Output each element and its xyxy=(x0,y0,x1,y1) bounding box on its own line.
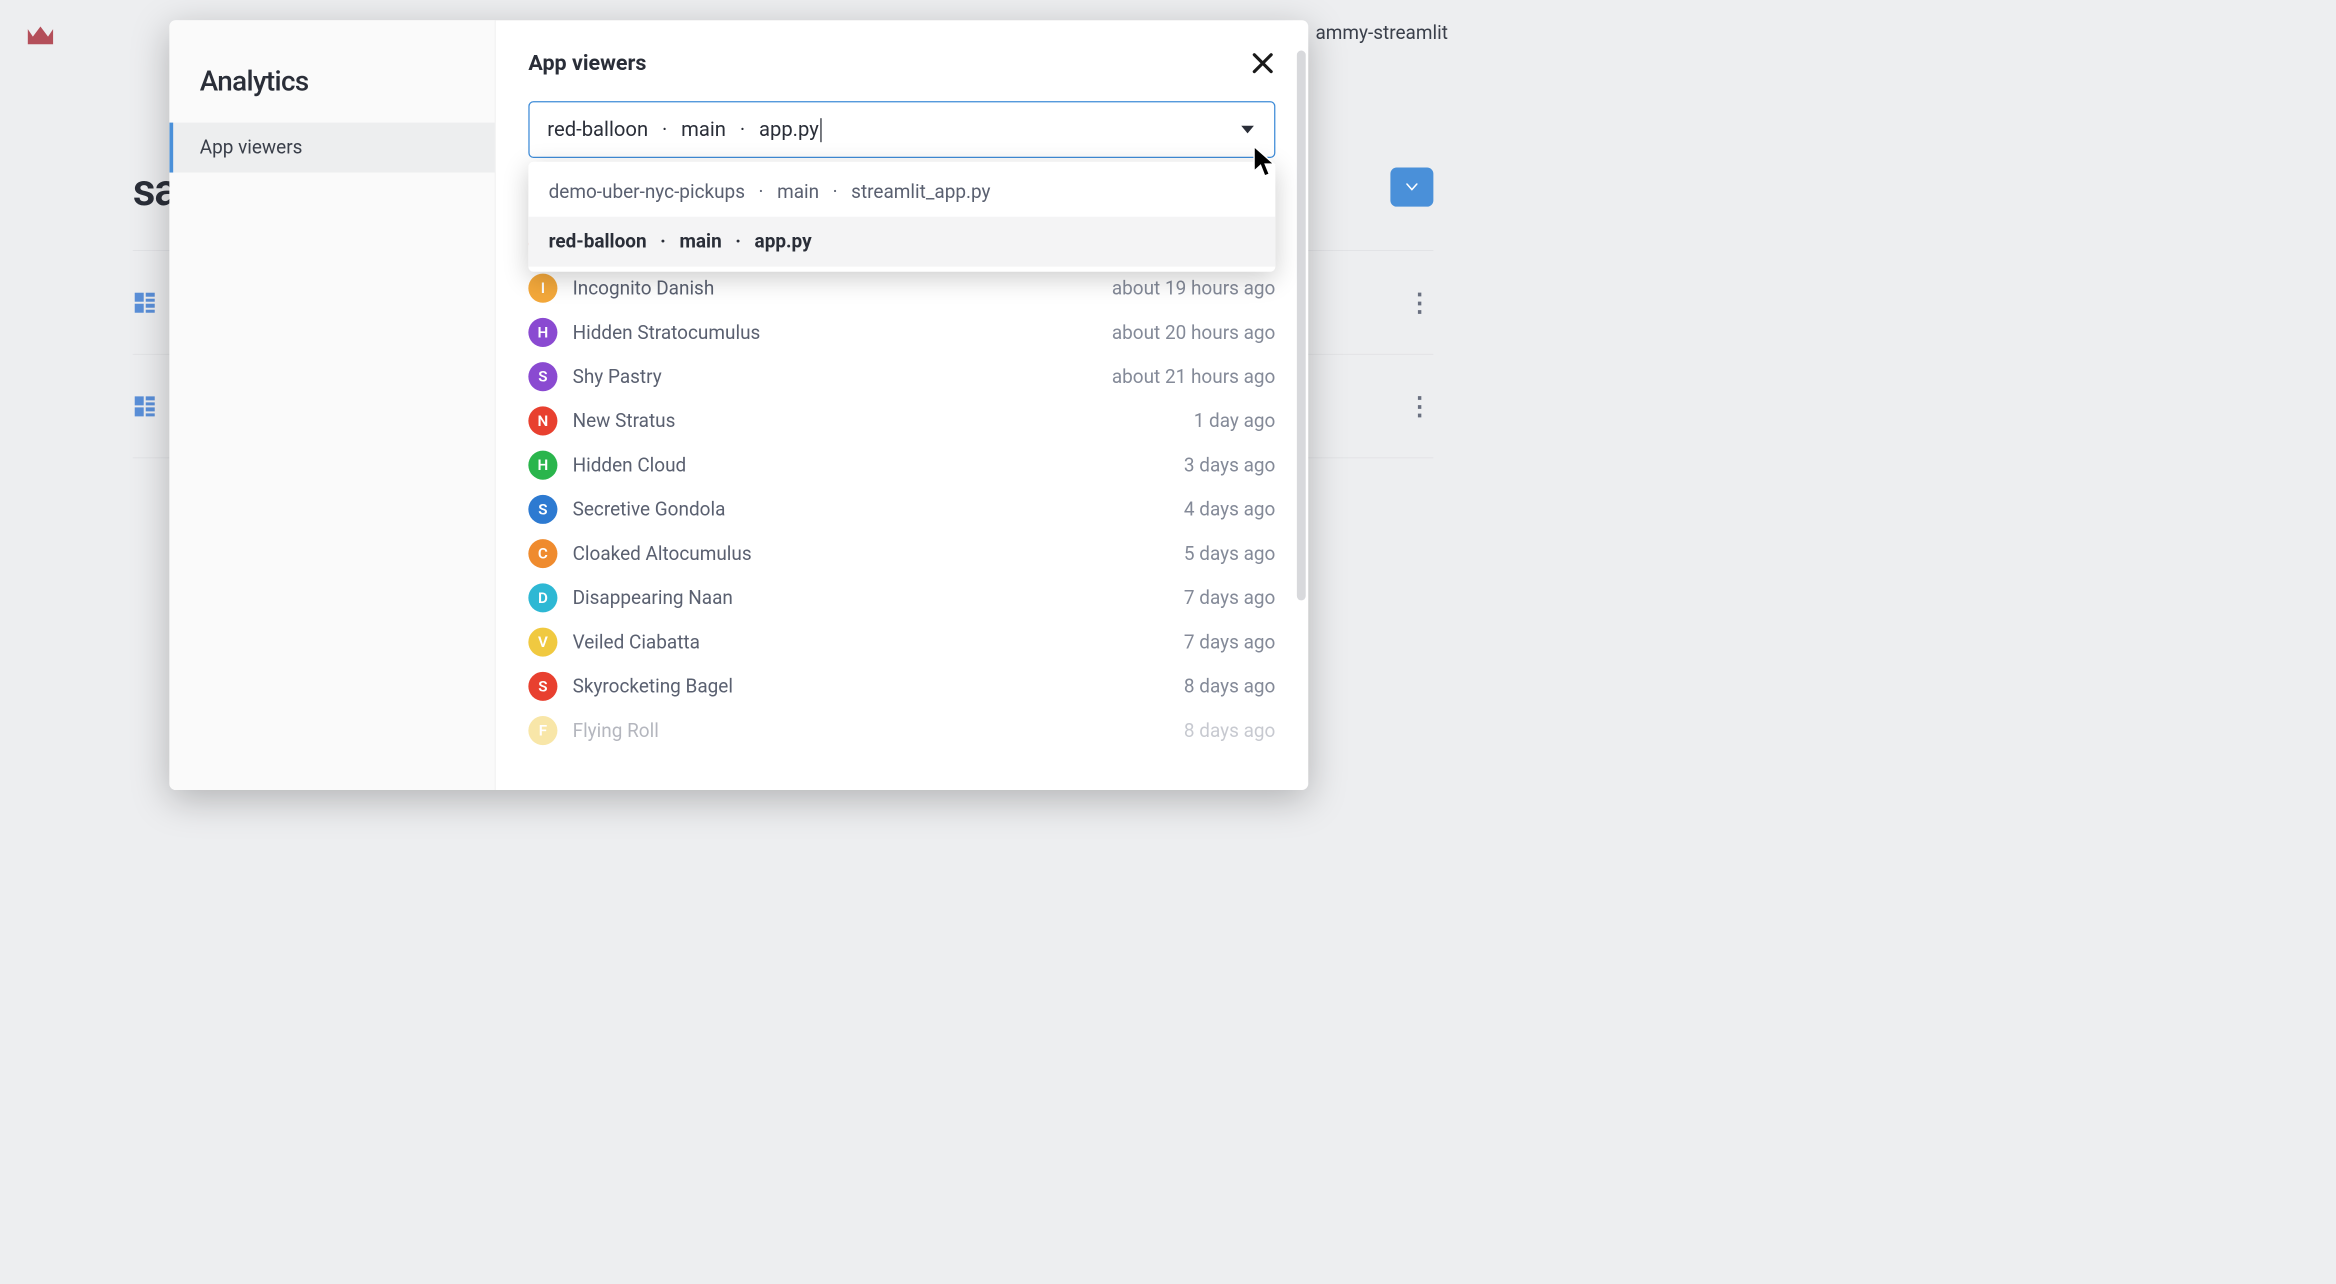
viewer-row: S Secretive Gondola4 days ago xyxy=(528,487,1275,531)
text-cursor-icon xyxy=(820,118,821,142)
option-branch: main xyxy=(679,231,721,253)
avatar: H xyxy=(528,318,557,347)
main-title: App viewers xyxy=(528,51,646,76)
viewer-time: 3 days ago xyxy=(1184,454,1275,476)
app-selector-dropdown[interactable]: red-balloon · main · app.py demo-uber-ny… xyxy=(528,101,1275,158)
dropdown-selected[interactable]: red-balloon · main · app.py xyxy=(528,101,1275,158)
viewer-time: about 21 hours ago xyxy=(1112,366,1276,388)
viewer-time: 4 days ago xyxy=(1184,498,1275,520)
viewer-name: Secretive Gondola xyxy=(573,498,1184,520)
viewer-name: Shy Pastry xyxy=(573,366,1112,388)
separator-dot-icon: · xyxy=(660,231,666,253)
avatar: N xyxy=(528,406,557,435)
viewer-row: H Hidden Cloud3 days ago xyxy=(528,443,1275,487)
kebab-menu-icon[interactable]: ⋮ xyxy=(1407,392,1434,422)
viewer-time: about 20 hours ago xyxy=(1112,321,1276,343)
avatar: S xyxy=(528,672,557,701)
viewer-row: I Incognito Danishabout 19 hours ago xyxy=(528,266,1275,310)
close-button[interactable] xyxy=(1250,51,1275,76)
viewer-list: NNew Pretzelabout 16 hours agoIIncognito… xyxy=(528,222,1275,753)
app-grid-icon xyxy=(133,291,157,315)
viewer-name: Cloaked Altocumulus xyxy=(573,543,1184,565)
crown-logo-icon xyxy=(25,24,55,47)
sidebar-item-app-viewers[interactable]: App viewers xyxy=(169,123,494,173)
avatar: F xyxy=(528,716,557,745)
viewer-name: Hidden Stratocumulus xyxy=(573,321,1112,343)
separator-dot-icon: · xyxy=(735,231,741,253)
viewer-name: Disappearing Naan xyxy=(573,587,1184,609)
separator-dot-icon: · xyxy=(833,181,838,203)
viewer-row: V Veiled Ciabatta7 days ago xyxy=(528,620,1275,664)
analytics-modal: Analytics App viewers App viewers red-ba… xyxy=(169,20,1308,790)
separator-dot-icon: · xyxy=(662,117,667,141)
sidebar-title: Analytics xyxy=(169,52,494,123)
avatar: H xyxy=(528,451,557,480)
viewer-name: Flying Roll xyxy=(573,720,1184,742)
modal-main: App viewers red-balloon · main · app.py xyxy=(495,20,1308,790)
viewer-name: New Stratus xyxy=(573,410,1194,432)
selected-repo: red-balloon xyxy=(547,117,648,141)
dropdown-option-selected[interactable]: red-balloon · main · app.py xyxy=(528,217,1275,267)
dropdown-button[interactable] xyxy=(1390,167,1433,206)
sidebar-item-label: App viewers xyxy=(200,137,303,159)
viewer-time: 8 days ago xyxy=(1184,675,1275,697)
modal-sidebar: Analytics App viewers xyxy=(169,20,495,790)
option-file: app.py xyxy=(755,231,812,253)
viewer-time: 1 day ago xyxy=(1194,410,1276,432)
viewer-row: F Flying Roll8 days ago xyxy=(528,708,1275,752)
viewer-time: 7 days ago xyxy=(1184,631,1275,653)
viewer-time: 5 days ago xyxy=(1184,543,1275,565)
avatar: S xyxy=(528,362,557,391)
username-label: ammy-streamlit xyxy=(1315,22,1447,44)
selected-file: app.py xyxy=(759,117,819,141)
app-grid-icon xyxy=(133,394,157,418)
viewer-time: 7 days ago xyxy=(1184,587,1275,609)
viewer-name: Skyrocketing Bagel xyxy=(573,675,1184,697)
avatar: D xyxy=(528,583,557,612)
avatar: V xyxy=(528,628,557,657)
viewer-row: C Cloaked Altocumulus5 days ago xyxy=(528,532,1275,576)
viewer-name: Hidden Cloud xyxy=(573,454,1184,476)
option-branch: main xyxy=(777,181,819,203)
separator-dot-icon: · xyxy=(740,117,745,141)
option-repo: demo-uber-nyc-pickups xyxy=(549,181,745,203)
viewer-row: N New Stratus1 day ago xyxy=(528,399,1275,443)
separator-dot-icon: · xyxy=(759,181,764,203)
viewer-row: H Hidden Stratocumulusabout 20 hours ago xyxy=(528,310,1275,354)
caret-down-icon xyxy=(1241,126,1254,134)
viewer-time: 8 days ago xyxy=(1184,720,1275,742)
avatar: C xyxy=(528,539,557,568)
scrollbar[interactable] xyxy=(1297,51,1306,601)
viewer-name: Incognito Danish xyxy=(573,277,1112,299)
viewer-row: S Shy Pastryabout 21 hours ago xyxy=(528,355,1275,399)
selected-branch: main xyxy=(681,117,726,141)
avatar: I xyxy=(528,274,557,303)
viewer-name: Veiled Ciabatta xyxy=(573,631,1184,653)
kebab-menu-icon[interactable]: ⋮ xyxy=(1407,288,1434,318)
dropdown-menu: demo-uber-nyc-pickups · main · streamlit… xyxy=(528,162,1275,272)
option-file: streamlit_app.py xyxy=(851,181,990,203)
dropdown-option[interactable]: demo-uber-nyc-pickups · main · streamlit… xyxy=(528,167,1275,217)
viewer-time: about 19 hours ago xyxy=(1112,277,1276,299)
viewer-row: S Skyrocketing Bagel8 days ago xyxy=(528,664,1275,708)
avatar: S xyxy=(528,495,557,524)
viewer-row: D Disappearing Naan7 days ago xyxy=(528,576,1275,620)
option-repo: red-balloon xyxy=(549,231,647,253)
